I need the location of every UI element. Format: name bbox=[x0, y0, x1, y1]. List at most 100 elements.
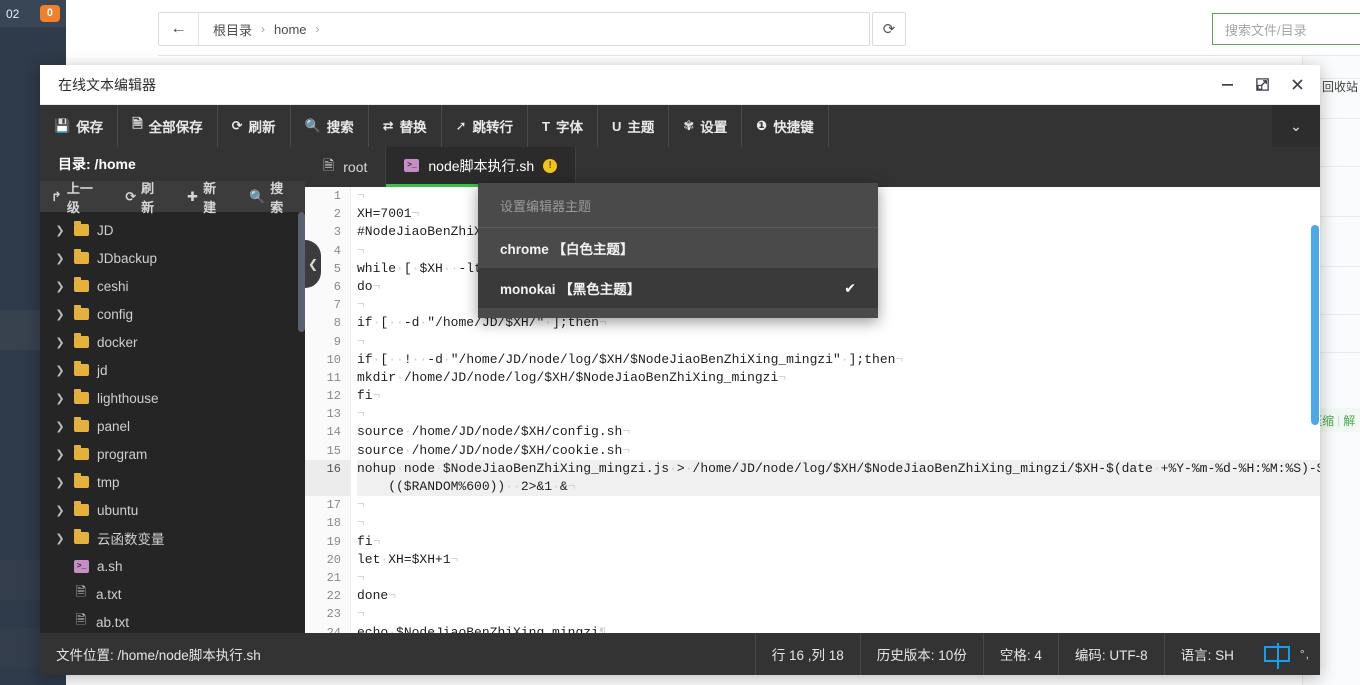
tab-root[interactable]: 🗎 root bbox=[305, 147, 387, 187]
code-line[interactable]: (($RANDOM%600))··2>&1·&¬ bbox=[357, 478, 1320, 497]
ime-indicator-icon[interactable] bbox=[1263, 643, 1290, 669]
theme-option-monokai[interactable]: monokai 【黑色主题】 ✔ bbox=[478, 268, 878, 308]
tree-item[interactable]: ❯ 云函数变量 bbox=[40, 524, 305, 552]
chevron-right-icon[interactable]: ❯ bbox=[54, 392, 66, 405]
tree-refresh-button[interactable]: ⟳ 刷新 bbox=[114, 178, 176, 216]
tree-item[interactable]: ❯🗎ab.txt bbox=[40, 608, 305, 633]
chevron-right-icon[interactable]: ❯ bbox=[54, 476, 66, 489]
tree-item-label: docker bbox=[97, 334, 138, 350]
code-line[interactable]: source·/home/JD/node/$XH/cookie.sh¬ bbox=[357, 442, 1320, 460]
toolbar-goto-line-button[interactable]: ➚ 跳转行 bbox=[442, 105, 529, 147]
theme-option-monokai-label: monokai 【黑色主题】 bbox=[500, 282, 641, 297]
toolbar-refresh-button[interactable]: ⟳ 刷新 bbox=[218, 105, 291, 147]
code-line[interactable]: nohup·node·$NodeJiaoBenZhiXing_mingzi.js… bbox=[357, 459, 1320, 478]
tree-item[interactable]: ❯🗎a.txt bbox=[40, 580, 305, 608]
code-line[interactable]: let·XH=$XH+1¬ bbox=[357, 551, 1320, 569]
status-encoding[interactable]: 编码: UTF-8 bbox=[1057, 633, 1164, 675]
status-indent[interactable]: 空格: 4 bbox=[982, 633, 1058, 675]
code-line[interactable]: source·/home/JD/node/$XH/config.sh¬ bbox=[357, 423, 1320, 441]
status-language[interactable]: 语言: SH bbox=[1163, 633, 1250, 675]
tree-item[interactable]: ❯ ceshi bbox=[40, 272, 305, 300]
theme-option-chrome[interactable]: chrome 【白色主题】 bbox=[478, 228, 878, 268]
tree-item[interactable]: ❯ tmp bbox=[40, 468, 305, 496]
tree-toolbar: ↱ 上一级 ⟳ 刷新 ✚ 新建 🔍 搜索 bbox=[40, 181, 305, 215]
tree-new-button[interactable]: ✚ 新建 bbox=[176, 178, 238, 216]
breadcrumb-item-home[interactable]: home bbox=[274, 22, 307, 37]
line-number: 22 bbox=[326, 589, 341, 604]
code-line[interactable]: ¬ bbox=[357, 405, 1320, 423]
toolbar-save-button[interactable]: 💾 保存 bbox=[40, 105, 119, 147]
chevron-right-icon[interactable]: ❯ bbox=[54, 532, 66, 545]
tree-item[interactable]: ❯ config bbox=[40, 300, 305, 328]
code-scrollbar-vertical[interactable] bbox=[1311, 225, 1319, 425]
chevron-right-icon[interactable]: ❯ bbox=[54, 224, 66, 237]
tree-scrollbar[interactable] bbox=[298, 212, 305, 332]
chevron-right-icon[interactable]: ❯ bbox=[54, 364, 66, 377]
tab-node-script[interactable]: >_ node脚本执行.sh ! bbox=[386, 147, 577, 187]
code-line[interactable]: mkdir·/home/JD/node/log/$XH/$NodeJiaoBen… bbox=[357, 369, 1320, 387]
file-icon: 🗎 bbox=[75, 612, 87, 627]
tree-item[interactable]: ❯ jd bbox=[40, 356, 305, 384]
toolbar-font-button[interactable]: T 字体 bbox=[528, 105, 598, 147]
chevron-right-icon[interactable]: ❯ bbox=[54, 308, 66, 321]
minimize-icon[interactable] bbox=[1218, 76, 1236, 94]
tree-item-label: JD bbox=[97, 222, 114, 238]
code-line[interactable]: ¬ bbox=[357, 605, 1320, 623]
file-manager-toolbar: ← 根目录 › home › ⟳ bbox=[158, 12, 1360, 46]
chevron-right-icon[interactable]: ❯ bbox=[54, 420, 66, 433]
chevron-right-icon[interactable]: ❯ bbox=[54, 448, 66, 461]
tree-item[interactable]: ❯ lighthouse bbox=[40, 384, 305, 412]
code-line[interactable]: ¬ bbox=[357, 569, 1320, 587]
tree-item[interactable]: ❯>_a.sh bbox=[40, 552, 305, 580]
chevron-down-icon[interactable]: ⌄ bbox=[1272, 105, 1320, 147]
code-line[interactable]: fi¬ bbox=[357, 533, 1320, 551]
tree-item[interactable]: ❯ ubuntu bbox=[40, 496, 305, 524]
tree-item[interactable]: ❯ JDbackup bbox=[40, 244, 305, 272]
chevron-right-icon[interactable]: ❯ bbox=[54, 336, 66, 349]
recycle-bin-label[interactable]: 回收站 bbox=[1322, 78, 1358, 95]
toolbar-save-all-button[interactable]: 🗎 全部保存 bbox=[118, 105, 218, 147]
extract-link[interactable]: 解 bbox=[1343, 412, 1355, 429]
tree-item[interactable]: ❯ program bbox=[40, 440, 305, 468]
tree-item[interactable]: ❯ docker bbox=[40, 328, 305, 356]
breadcrumb-item-root[interactable]: 根目录 bbox=[213, 20, 252, 39]
search-input-placeholder: 搜索文件/目录 bbox=[1225, 22, 1307, 38]
toolbar-shortcuts-button[interactable]: ❶ 快捷键 bbox=[742, 105, 829, 147]
toolbar-theme-button[interactable]: U 主题 bbox=[598, 105, 670, 147]
code-line[interactable]: ¬ bbox=[357, 333, 1320, 351]
tree-up-level-button[interactable]: ↱ 上一级 bbox=[40, 178, 114, 216]
file-tree-list[interactable]: ❯ JD ❯ JDbackup ❯ ceshi ❯ config ❯ docker ❯ jd ❯ ligh… bbox=[40, 212, 305, 633]
code-line[interactable]: ¬ bbox=[357, 514, 1320, 532]
code-line[interactable]: if·[··!··-d·"/home/JD/node/log/$XH/$Node… bbox=[357, 351, 1320, 369]
editor-toolbar: 💾 保存 🗎 全部保存 ⟳ 刷新 🔍 搜索 ⇄ 替换 ➚ 跳转行 T 字体 U 主题 ✾ 设置 ❶… bbox=[40, 105, 1320, 147]
arrow-left-icon[interactable]: ← bbox=[159, 13, 199, 45]
code-line[interactable]: echo·$NodeJiaoBenZhiXing_mingzi¶ bbox=[357, 624, 1320, 634]
toolbar-replace-button[interactable]: ⇄ 替换 bbox=[369, 105, 442, 147]
tree-item[interactable]: ❯ JD bbox=[40, 216, 305, 244]
gear-icon: ✾ bbox=[683, 118, 695, 133]
line-number: 13 bbox=[326, 407, 341, 422]
refresh-icon[interactable]: ⟳ bbox=[872, 12, 906, 46]
status-history-versions[interactable]: 历史版本: 10份 bbox=[859, 633, 983, 675]
tab-bar-filler bbox=[576, 147, 1320, 187]
tree-search-button[interactable]: 🔍 搜索 bbox=[238, 178, 305, 216]
tree-item-label: JDbackup bbox=[97, 250, 158, 266]
maximize-icon[interactable] bbox=[1253, 76, 1271, 94]
tree-item[interactable]: ❯ panel bbox=[40, 412, 305, 440]
close-icon[interactable] bbox=[1288, 76, 1306, 94]
ime-mode-label[interactable]: °, bbox=[1300, 647, 1310, 661]
code-line[interactable]: fi¬ bbox=[357, 387, 1320, 405]
code-line[interactable]: done¬ bbox=[357, 587, 1320, 605]
chevron-right-icon[interactable]: ❯ bbox=[54, 280, 66, 293]
toolbar-save-all-label: 全部保存 bbox=[148, 120, 203, 135]
toolbar-settings-button[interactable]: ✾ 设置 bbox=[669, 105, 743, 147]
chevron-right-icon[interactable]: ❯ bbox=[54, 504, 66, 517]
code-line[interactable]: ¬ bbox=[357, 496, 1320, 514]
save-all-icon: 🗎 bbox=[132, 116, 143, 131]
search-files-input[interactable]: 搜索文件/目录 包含 bbox=[1212, 13, 1360, 45]
toolbar-search-button[interactable]: 🔍 搜索 bbox=[291, 105, 369, 147]
chevron-right-icon[interactable]: ❯ bbox=[54, 252, 66, 265]
toolbar-replace-label: 替换 bbox=[399, 120, 427, 135]
folder-icon bbox=[74, 305, 89, 320]
refresh-icon: ⟳ bbox=[125, 188, 137, 204]
